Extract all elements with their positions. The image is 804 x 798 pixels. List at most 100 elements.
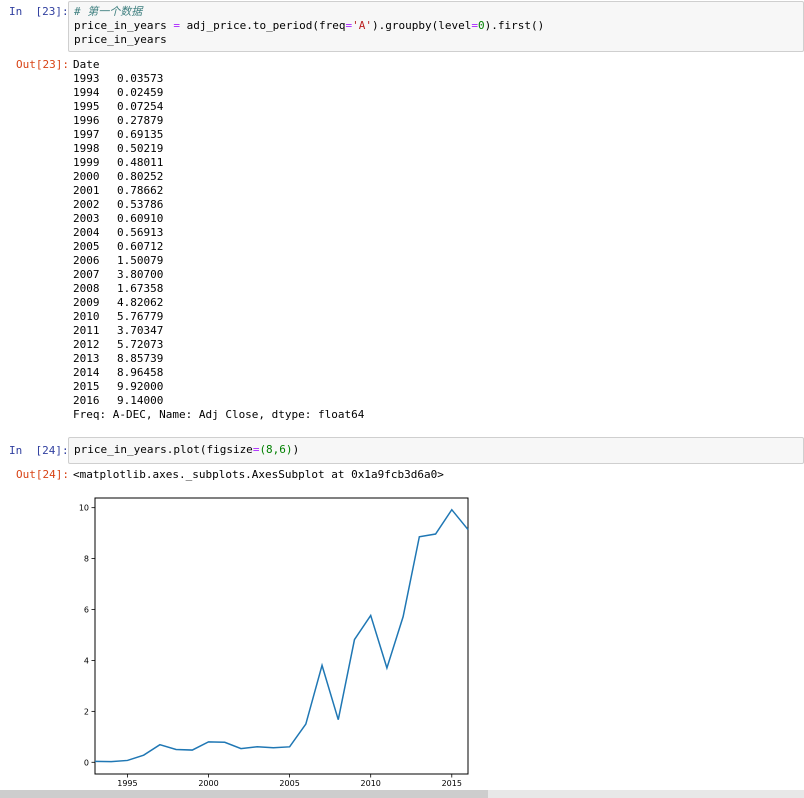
series-value: 0.50219 bbox=[117, 142, 164, 155]
series-footer: Freq: A-DEC, Name: Adj Close, dtype: flo… bbox=[73, 408, 365, 421]
code-number: 0 bbox=[478, 19, 485, 32]
axes-repr-text: <matplotlib.axes._subplots.AxesSubplot a… bbox=[73, 468, 444, 481]
series-row: 2001 0.78662 bbox=[73, 184, 163, 198]
input-prompt-24: In [24]: bbox=[9, 444, 69, 457]
code-close-paren: ) bbox=[292, 443, 300, 456]
series-year: 2005 bbox=[73, 240, 100, 253]
series-value: 0.69135 bbox=[117, 128, 164, 141]
series-row: 2014 8.96458 bbox=[73, 366, 163, 380]
y-tick-label: 8 bbox=[84, 555, 89, 564]
series-year: 2006 bbox=[73, 254, 100, 267]
input-prompt-23: In [23]: bbox=[9, 5, 69, 18]
series-row: 1998 0.50219 bbox=[73, 142, 163, 156]
series-year: 2002 bbox=[73, 198, 100, 211]
series-row: 2016 9.14000 bbox=[73, 394, 163, 408]
series-value: 0.78662 bbox=[117, 184, 164, 197]
code-line-3: price_in_years bbox=[74, 33, 167, 46]
code-tuple: (8,6) bbox=[259, 443, 293, 456]
series-year: 2015 bbox=[73, 380, 100, 393]
series-year: 1993 bbox=[73, 72, 100, 85]
code-string: 'A' bbox=[352, 19, 373, 32]
x-tick-label: 1995 bbox=[117, 779, 137, 788]
plot-area bbox=[94, 497, 469, 775]
code-cell-24[interactable]: price_in_years.plot(figsize=(8,6)) bbox=[68, 437, 804, 464]
series-value: 0.02459 bbox=[117, 86, 164, 99]
code-expr-1: adj_price.to_period(freq bbox=[186, 19, 346, 32]
series-year: 1998 bbox=[73, 142, 100, 155]
series-row: 2004 0.56913 bbox=[73, 226, 163, 240]
code-expr-3: ).first() bbox=[484, 19, 545, 32]
series-row: 1999 0.48011 bbox=[73, 156, 163, 170]
y-tick-label: 2 bbox=[84, 707, 89, 716]
series-value: 5.76779 bbox=[117, 310, 164, 323]
series-value: 3.70347 bbox=[117, 324, 164, 337]
y-tick-label: 10 bbox=[79, 504, 89, 513]
series-year: 1997 bbox=[73, 128, 100, 141]
series-value: 0.60712 bbox=[117, 240, 164, 253]
series-line bbox=[94, 508, 469, 763]
series-row: 1994 0.02459 bbox=[73, 86, 163, 100]
y-tick-label: 6 bbox=[84, 606, 89, 615]
series-value: 0.56913 bbox=[117, 226, 164, 239]
series-value: 0.60910 bbox=[117, 212, 164, 225]
series-value: 9.14000 bbox=[117, 394, 164, 407]
series-value: 0.03573 bbox=[117, 72, 164, 85]
series-year: 1999 bbox=[73, 156, 100, 169]
series-row: 1997 0.69135 bbox=[73, 128, 163, 142]
code-expr-plot: price_in_years.plot(figsize bbox=[74, 443, 253, 456]
series-year: 2004 bbox=[73, 226, 100, 239]
series-year: 2000 bbox=[73, 170, 100, 183]
x-tick-label: 2005 bbox=[279, 779, 299, 788]
code-comment: # 第一个数据 bbox=[74, 5, 143, 18]
series-year: 1994 bbox=[73, 86, 100, 99]
series-row: 2015 9.92000 bbox=[73, 380, 163, 394]
series-row: 1996 0.27879 bbox=[73, 114, 163, 128]
series-year: 2010 bbox=[73, 310, 100, 323]
series-row: 2012 5.72073 bbox=[73, 338, 163, 352]
series-row: 2010 5.76779 bbox=[73, 310, 163, 324]
code-line-2: price_in_years = adj_price.to_period(fre… bbox=[69, 19, 803, 33]
series-row: 2008 1.67358 bbox=[73, 282, 163, 296]
output-prompt-24: Out[24]: bbox=[16, 468, 69, 481]
x-tick-label: 2010 bbox=[361, 779, 381, 788]
series-year: 2001 bbox=[73, 184, 100, 197]
series-index-header: Date bbox=[73, 58, 100, 71]
code-var: price_in_years bbox=[74, 19, 167, 32]
series-value: 3.80700 bbox=[117, 268, 164, 281]
series-row: 1993 0.03573 bbox=[73, 72, 163, 86]
series-row: 2011 3.70347 bbox=[73, 324, 163, 338]
series-row: 1995 0.07254 bbox=[73, 100, 163, 114]
chart-marks: 0 2 4 6 8 10 1995 2000 2005 2010 2015 bbox=[79, 504, 469, 788]
series-row: 2007 3.80700 bbox=[73, 268, 163, 282]
series-value: 0.48011 bbox=[117, 156, 164, 169]
series-value: 5.72073 bbox=[117, 338, 164, 351]
code-cell-23[interactable]: # 第一个数据 price_in_years = adj_price.to_pe… bbox=[68, 1, 804, 52]
series-row: 2000 0.80252 bbox=[73, 170, 163, 184]
series-value: 0.27879 bbox=[117, 114, 164, 127]
x-tick-label: 2015 bbox=[442, 779, 462, 788]
series-row: 2003 0.60910 bbox=[73, 212, 163, 226]
series-year: 1995 bbox=[73, 100, 100, 113]
y-tick-label: 0 bbox=[84, 758, 89, 767]
series-value: 0.53786 bbox=[117, 198, 164, 211]
series-year: 2008 bbox=[73, 282, 100, 295]
series-row: 2005 0.60712 bbox=[73, 240, 163, 254]
series-year: 2014 bbox=[73, 366, 100, 379]
code-line-1: # 第一个数据 bbox=[69, 5, 803, 19]
series-year: 2011 bbox=[73, 324, 100, 337]
series-row: 2009 4.82062 bbox=[73, 296, 163, 310]
code-expr-2: ).groupby(level bbox=[372, 19, 472, 32]
horizontal-scrollbar[interactable] bbox=[0, 790, 804, 798]
series-value: 1.67358 bbox=[117, 282, 164, 295]
series-year: 2007 bbox=[73, 268, 100, 281]
output-prompt-23: Out[23]: bbox=[16, 58, 69, 71]
series-value: 0.07254 bbox=[117, 100, 164, 113]
series-row: 2013 8.85739 bbox=[73, 352, 163, 366]
series-year: 1996 bbox=[73, 114, 100, 127]
series-year: 2003 bbox=[73, 212, 100, 225]
series-value: 9.92000 bbox=[117, 380, 164, 393]
series-value: 8.85739 bbox=[117, 352, 164, 365]
scrollbar-thumb[interactable] bbox=[0, 790, 488, 798]
y-tick-label: 4 bbox=[84, 656, 89, 665]
series-year: 2016 bbox=[73, 394, 100, 407]
